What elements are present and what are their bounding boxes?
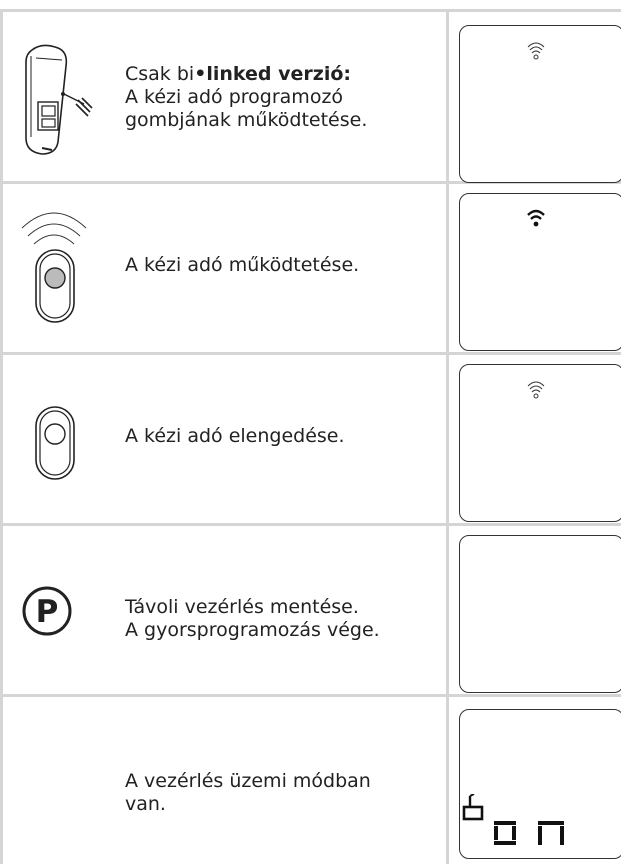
step-table: Csak bi•linked verzió: A kézi adó progra…	[0, 0, 621, 864]
instruction-line: van.	[125, 793, 166, 815]
remote-button-pressed-icon	[16, 206, 92, 340]
step-row: Csak bi•linked verzió: A kézi adó progra…	[0, 12, 621, 183]
display-panel	[459, 364, 621, 522]
p-circle-icon: P	[20, 584, 74, 642]
step-row: P Távoli vezérlés mentése. A gyorsprogra…	[0, 526, 621, 694]
instruction-line: A kézi adó programozó	[125, 86, 344, 108]
step-instruction: A kézi adó működtetése.	[125, 254, 360, 276]
svg-text:P: P	[36, 594, 59, 630]
wifi-outline-icon	[527, 40, 545, 66]
seven-segment-on	[494, 821, 564, 845]
step-instruction: A vezérlés üzemi módban van.	[125, 770, 371, 816]
operating-mode-icon	[462, 793, 484, 826]
display-panel	[459, 193, 621, 351]
step-row: A kézi adó elengedése.	[0, 355, 621, 523]
remote-side-wire-icon	[18, 42, 108, 166]
step-instruction: Távoli vezérlés mentése. A gyorsprogramo…	[125, 596, 380, 642]
instruction-line: A gyorsprogramozás vége.	[125, 619, 380, 641]
instruction-prefix: Csak bi	[125, 63, 195, 85]
step-instruction: Csak bi•linked verzió: A kézi adó progra…	[125, 63, 367, 132]
display-panel	[459, 535, 621, 693]
display-panel: on	[459, 709, 621, 859]
wifi-outline-icon	[527, 379, 545, 405]
display-readout: on	[492, 815, 582, 853]
remote-button-released-icon	[33, 404, 77, 488]
wifi-filled-icon	[527, 208, 545, 234]
instruction-bold: •linked verzió:	[194, 63, 351, 85]
display-panel	[459, 25, 621, 183]
instruction-line: A vezérlés üzemi módban	[125, 770, 371, 792]
step-row: A kézi adó működtetése.	[0, 184, 621, 352]
step-instruction: A kézi adó elengedése.	[125, 425, 345, 447]
instruction-line: Távoli vezérlés mentése.	[125, 596, 359, 618]
step-row: A vezérlés üzemi módban van. on	[0, 697, 621, 864]
instruction-line: gombjának működtetése.	[125, 109, 368, 131]
